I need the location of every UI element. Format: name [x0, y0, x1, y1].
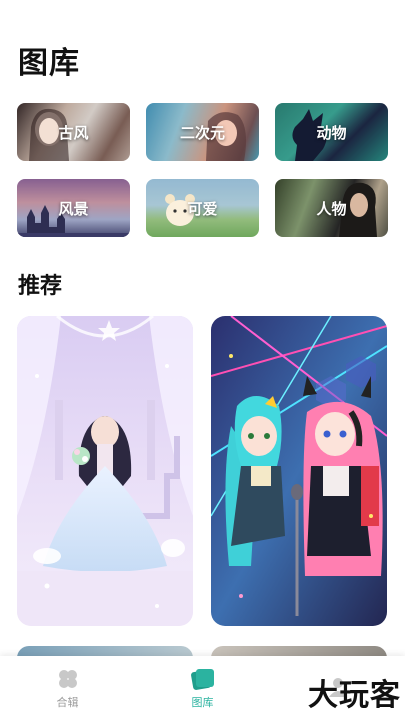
category-grid: 古风 二次元 动物 风景 可爱 人物 — [17, 103, 388, 237]
category-label: 动物 — [316, 123, 347, 142]
category-ancient-style[interactable]: 古风 — [17, 103, 130, 161]
tab-gallery[interactable]: 图库 — [135, 656, 270, 720]
page-title: 图库 — [18, 46, 80, 81]
category-label: 风景 — [58, 199, 89, 218]
watermark-logo: 大玩客 — [308, 678, 401, 713]
category-label: 可爱 — [187, 199, 218, 218]
category-anime[interactable]: 二次元 — [146, 103, 259, 161]
tab-label: 图库 — [191, 695, 214, 709]
category-label: 人物 — [316, 199, 347, 218]
category-animal[interactable]: 动物 — [275, 103, 388, 161]
recommend-card-bride[interactable] — [17, 316, 193, 626]
category-cute[interactable]: 可爱 — [146, 179, 259, 237]
recommend-title: 推荐 — [18, 274, 63, 299]
category-people[interactable]: 人物 — [275, 179, 388, 237]
tab-label: 合辑 — [56, 695, 79, 709]
clover-icon — [58, 669, 77, 688]
tab-collections[interactable]: 合辑 — [0, 656, 135, 720]
idols-illustration — [211, 316, 387, 626]
bride-illustration — [17, 316, 193, 626]
category-label: 古风 — [58, 123, 89, 142]
gallery-icon — [190, 668, 214, 690]
category-scenery[interactable]: 风景 — [17, 179, 130, 237]
recommend-card-idols[interactable] — [211, 316, 387, 626]
category-label: 二次元 — [179, 123, 225, 142]
